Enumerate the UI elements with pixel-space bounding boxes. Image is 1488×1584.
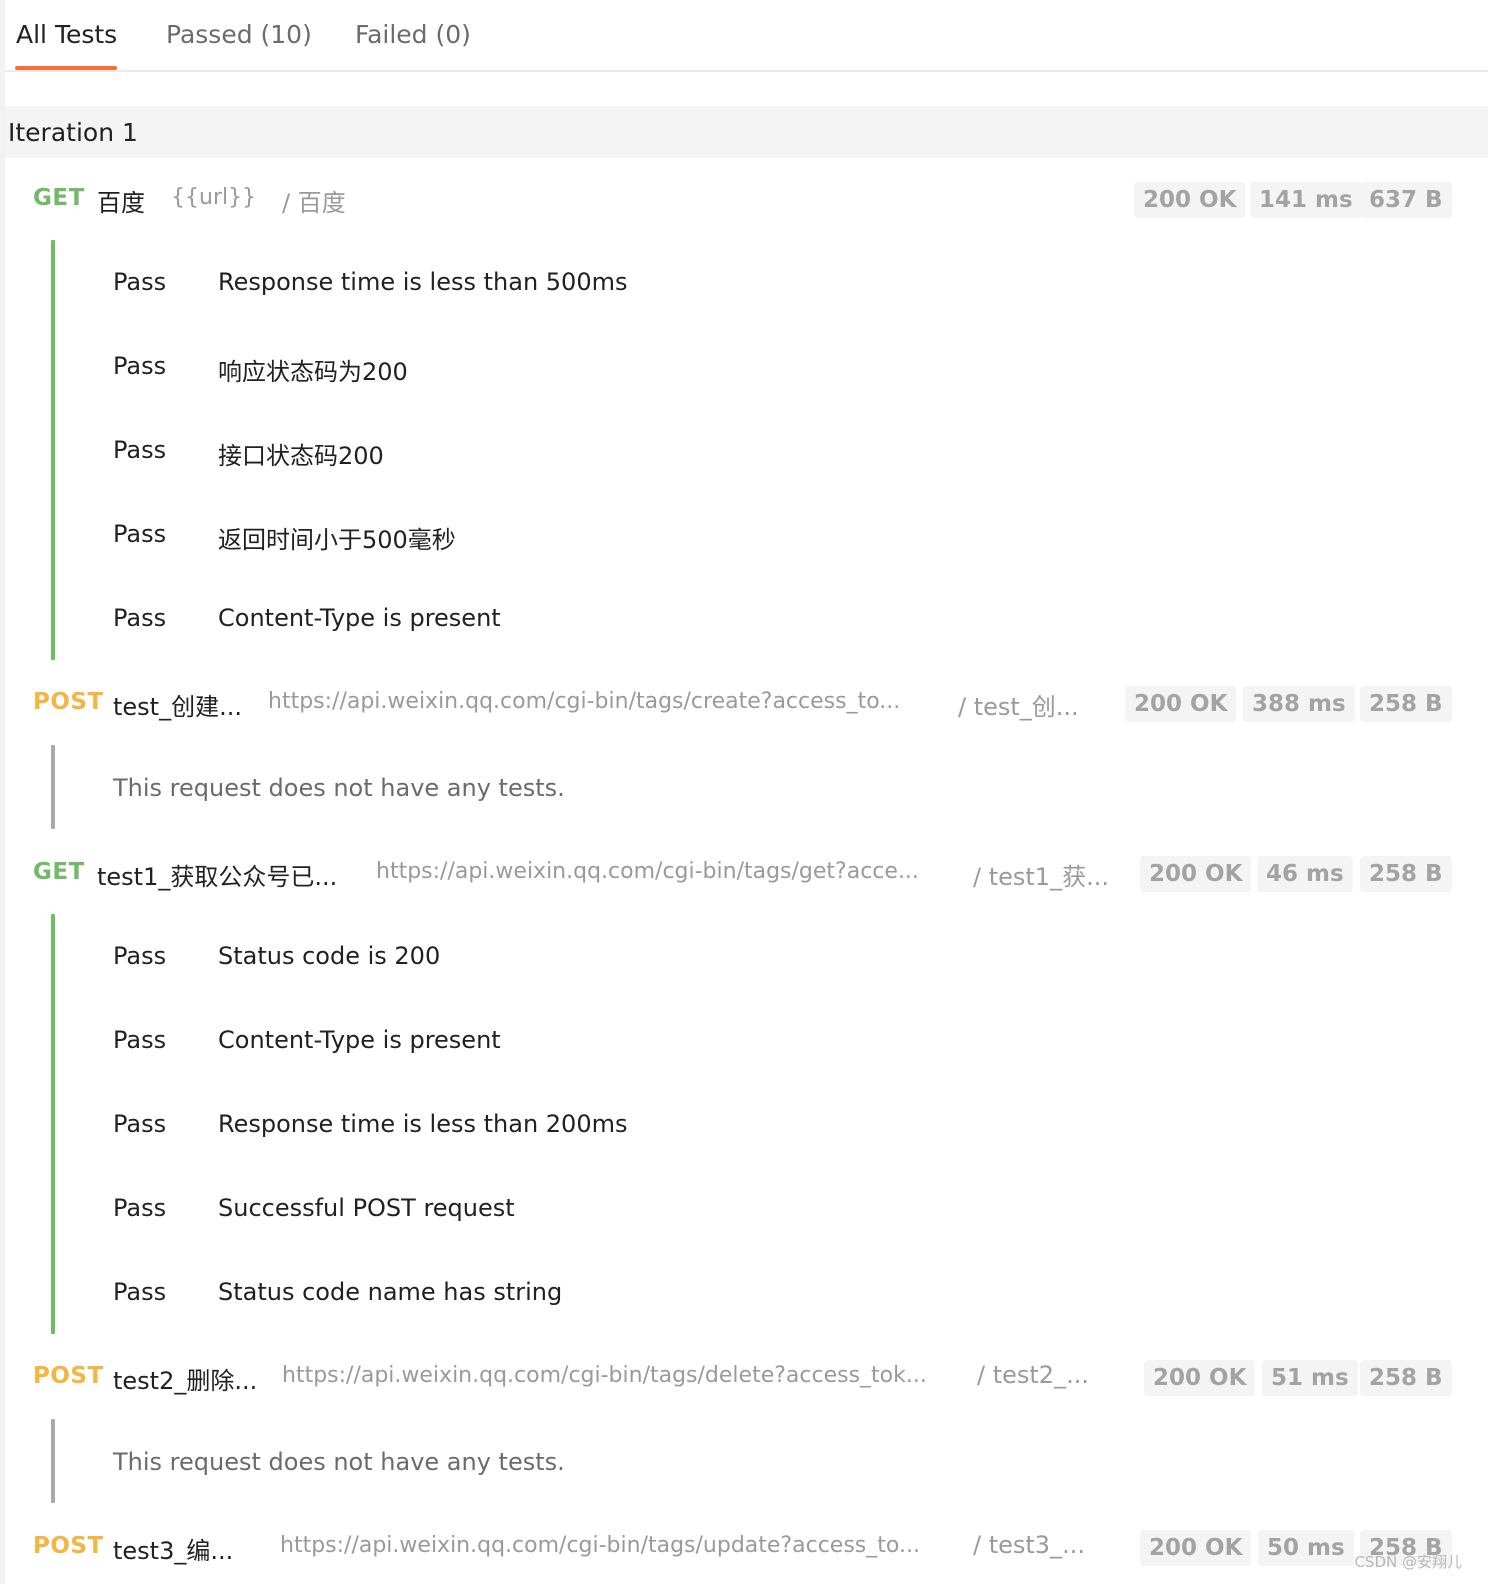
test-name: 响应状态码为200	[218, 358, 408, 386]
response-size-badge: 258 B	[1360, 686, 1452, 722]
request-name: 百度	[97, 189, 145, 217]
iteration-label: Iteration 1	[8, 118, 138, 147]
test-name: Content-Type is present	[218, 604, 501, 632]
test-name: Status code name has string	[218, 1278, 563, 1306]
response-time-badge: 51 ms	[1262, 1360, 1358, 1396]
tab-passed[interactable]: Passed (10)	[166, 20, 312, 49]
test-name: Content-Type is present	[218, 1026, 501, 1054]
test-result-item: Pass 响应状态码为200	[51, 324, 1451, 408]
test-status: Pass	[113, 520, 167, 548]
response-size-badge: 637 B	[1360, 182, 1452, 218]
test-name: Response time is less than 200ms	[218, 1110, 628, 1138]
request-url: https://api.weixin.qq.com/cgi-bin/tags/u…	[280, 1533, 920, 1558]
request-row[interactable]: POST test3_编... https://api.weixin.qq.co…	[5, 1523, 1488, 1573]
test-status: Pass	[113, 268, 167, 296]
request-row[interactable]: GET 百度 {{url}} / 百度 200 OK 141 ms 637 B	[5, 175, 1488, 225]
no-tests-indicator-bar	[51, 745, 55, 829]
test-result-item: Pass Status code name has string	[51, 1250, 1451, 1334]
request-row[interactable]: GET test1_获取公众号已... https://api.weixin.q…	[5, 849, 1488, 899]
response-size-badge: 258 B	[1360, 1360, 1452, 1396]
request-path: / test2_...	[977, 1361, 1089, 1389]
test-status: Pass	[113, 1194, 167, 1222]
results-tabs: All Tests Passed (10) Failed (0)	[5, 0, 1488, 72]
test-status: Pass	[113, 604, 167, 632]
test-result-item: Pass Content-Type is present	[51, 576, 1451, 660]
request-path: / 百度	[282, 189, 346, 217]
request-method: GET	[33, 859, 85, 885]
request-path: / test3_...	[973, 1531, 1085, 1559]
no-tests-indicator-bar	[51, 1419, 55, 1503]
test-results-list: This request does not have any tests.	[51, 745, 1451, 829]
test-result-item: Pass Content-Type is present	[51, 998, 1451, 1082]
test-results-list: This request does not have any tests.	[51, 1419, 1451, 1503]
request-path: / test1_获...	[973, 863, 1109, 891]
status-badge: 200 OK	[1125, 686, 1237, 722]
request-url: https://api.weixin.qq.com/cgi-bin/tags/c…	[268, 689, 901, 714]
test-result-item: Pass 接口状态码200	[51, 408, 1451, 492]
request-url: https://api.weixin.qq.com/cgi-bin/tags/d…	[282, 1363, 927, 1388]
test-result-item: Pass Status code is 200	[51, 914, 1451, 998]
test-result-item: Pass 返回时间小于500毫秒	[51, 492, 1451, 576]
test-results-list: Pass Status code is 200 Pass Content-Typ…	[51, 914, 1451, 1334]
test-name: Status code is 200	[218, 942, 441, 970]
test-status: Pass	[113, 1026, 167, 1054]
test-name: 返回时间小于500毫秒	[218, 526, 456, 554]
active-tab-indicator	[15, 66, 117, 70]
request-row[interactable]: POST test_创建... https://api.weixin.qq.co…	[5, 679, 1488, 729]
request-name: test2_删除...	[113, 1367, 258, 1395]
test-result-item: Pass Response time is less than 500ms	[51, 240, 1451, 324]
test-name: Successful POST request	[218, 1194, 515, 1222]
status-badge: 200 OK	[1134, 182, 1246, 218]
request-method: POST	[33, 1363, 104, 1389]
request-method: GET	[33, 185, 85, 211]
request-url: {{url}}	[171, 185, 257, 210]
request-name: test3_编...	[113, 1537, 234, 1565]
request-name: test_创建...	[113, 693, 242, 721]
request-row[interactable]: POST test2_删除... https://api.weixin.qq.c…	[5, 1353, 1488, 1403]
status-badge: 200 OK	[1140, 1530, 1252, 1566]
test-status: Pass	[113, 436, 167, 464]
response-time-badge: 46 ms	[1257, 856, 1353, 892]
test-status: Pass	[113, 942, 167, 970]
tab-failed[interactable]: Failed (0)	[355, 20, 471, 49]
iteration-header: Iteration 1	[5, 106, 1488, 158]
no-tests-message: This request does not have any tests.	[113, 1448, 565, 1476]
test-results-list: Pass Response time is less than 500ms Pa…	[51, 240, 1451, 660]
status-badge: 200 OK	[1140, 856, 1252, 892]
test-status: Pass	[113, 1278, 167, 1306]
test-results-panel: All Tests Passed (10) Failed (0) Iterati…	[0, 0, 1488, 1584]
request-url: https://api.weixin.qq.com/cgi-bin/tags/g…	[376, 859, 919, 884]
test-status: Pass	[113, 352, 167, 380]
test-result-item: Pass Response time is less than 200ms	[51, 1082, 1451, 1166]
response-time-badge: 388 ms	[1243, 686, 1355, 722]
request-name: test1_获取公众号已...	[97, 863, 338, 891]
test-name: 接口状态码200	[218, 442, 384, 470]
request-method: POST	[33, 1533, 104, 1559]
watermark: CSDN @安翔儿	[1354, 1553, 1462, 1571]
no-tests-message: This request does not have any tests.	[113, 774, 565, 802]
test-name: Response time is less than 500ms	[218, 268, 628, 296]
request-path: / test_创...	[958, 693, 1079, 721]
response-time-badge: 141 ms	[1250, 182, 1362, 218]
tab-all-tests[interactable]: All Tests	[16, 20, 117, 49]
response-size-badge: 258 B	[1360, 856, 1452, 892]
status-badge: 200 OK	[1144, 1360, 1256, 1396]
test-result-item: Pass Successful POST request	[51, 1166, 1451, 1250]
request-method: POST	[33, 689, 104, 715]
response-time-badge: 50 ms	[1258, 1530, 1354, 1566]
test-status: Pass	[113, 1110, 167, 1138]
